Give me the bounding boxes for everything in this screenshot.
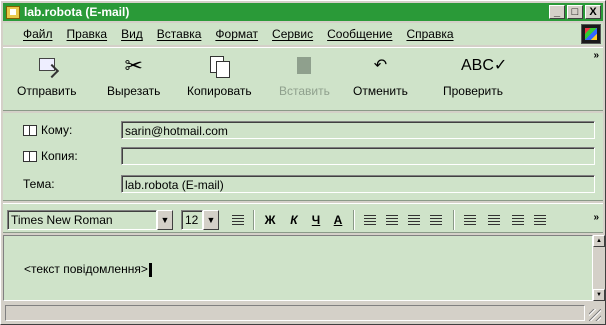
status-bar [3, 303, 603, 323]
menu-message[interactable]: Сообщение [327, 27, 392, 41]
send-label: Отправить [17, 84, 77, 98]
decrease-indent-icon[interactable] [405, 211, 423, 229]
italic-button[interactable]: К [285, 211, 303, 229]
window-controls: _ □ X [549, 5, 601, 19]
paste-icon [292, 54, 316, 78]
menu-format[interactable]: Формат [215, 27, 258, 41]
bold-button[interactable]: Ж [261, 211, 279, 229]
send-button[interactable]: Отправить [17, 54, 77, 106]
check-label: Проверить [443, 84, 504, 98]
menu-bar: Файл Правка Вид Вставка Формат Сервис Со… [3, 23, 603, 45]
copy-icon [207, 54, 231, 78]
size-dropdown-icon[interactable]: ▼ [203, 210, 219, 230]
separator [353, 210, 355, 230]
vertical-scrollbar[interactable]: ▲ ▼ [593, 235, 605, 301]
message-icon [6, 5, 20, 19]
body-text: <текст повідомлення> [24, 262, 148, 276]
message-body[interactable]: <текст повідомлення> [3, 235, 593, 301]
bulleted-list-icon[interactable] [383, 211, 401, 229]
main-toolbar: Отправить ✂ Вырезать Копировать Вставить… [3, 47, 603, 111]
copy-button[interactable]: Копировать [187, 54, 252, 106]
scroll-down-icon[interactable]: ▼ [593, 289, 605, 301]
justify-icon[interactable] [531, 211, 549, 229]
align-center-icon[interactable] [485, 211, 503, 229]
cut-button[interactable]: ✂ Вырезать [107, 54, 160, 106]
check-button[interactable]: ABC✓ Проверить [443, 54, 508, 106]
menu-help[interactable]: Справка [406, 27, 453, 41]
undo-icon: ↶ [373, 57, 388, 74]
cc-field[interactable] [121, 147, 595, 165]
paste-label: Вставить [279, 84, 330, 98]
cc-label: Копия: [41, 149, 78, 163]
numbered-list-icon[interactable] [361, 211, 379, 229]
undo-button[interactable]: ↶ Отменить [353, 54, 408, 106]
to-label-wrap[interactable]: Кому: [23, 123, 72, 137]
menu-tools[interactable]: Сервис [272, 27, 313, 41]
separator [453, 210, 455, 230]
size-select[interactable]: 12 [181, 210, 203, 230]
font-color-button[interactable]: A [329, 211, 347, 229]
cc-label-wrap[interactable]: Копия: [23, 149, 78, 163]
format-more-icon[interactable]: » [593, 212, 599, 223]
copy-label: Копировать [187, 84, 252, 98]
font-dropdown-icon[interactable]: ▼ [157, 210, 173, 230]
separator [253, 210, 255, 230]
font-select[interactable]: Times New Roman [7, 210, 157, 230]
address-book-icon [23, 150, 37, 162]
cc-row: Копия: [3, 145, 603, 167]
compose-window: lab.robota (E-mail) _ □ X Файл Правка Ви… [0, 0, 606, 325]
menu-file[interactable]: Файл [23, 27, 53, 41]
subject-field[interactable]: lab.robota (E-mail) [121, 175, 595, 193]
windows-logo-icon [581, 24, 601, 44]
align-right-icon[interactable] [509, 211, 527, 229]
address-book-icon [23, 124, 37, 136]
resize-grip-icon[interactable] [589, 309, 601, 321]
undo-label: Отменить [353, 84, 408, 98]
subject-row: Тема: lab.robota (E-mail) [3, 173, 603, 195]
to-field[interactable]: sarin@hotmail.com [121, 121, 595, 139]
maximize-button[interactable]: □ [567, 5, 583, 19]
cut-label: Вырезать [107, 84, 161, 98]
format-toolbar: Times New Roman ▼ 12 ▼ Ж К Ч A » [3, 203, 603, 233]
menu-edit[interactable]: Правка [67, 27, 108, 41]
align-left-icon[interactable] [461, 211, 479, 229]
to-label: Кому: [41, 123, 73, 137]
menu-view[interactable]: Вид [121, 27, 143, 41]
title-bar[interactable]: lab.robota (E-mail) _ □ X [3, 3, 603, 21]
paragraph-style-icon[interactable] [229, 211, 247, 229]
scissors-icon: ✂ [124, 53, 143, 78]
minimize-button[interactable]: _ [549, 5, 565, 19]
underline-button[interactable]: Ч [307, 211, 325, 229]
message-header: Кому: sarin@hotmail.com Копия: Тема: lab… [3, 113, 603, 201]
to-row: Кому: sarin@hotmail.com [3, 119, 603, 141]
increase-indent-icon[interactable] [427, 211, 445, 229]
body-text-wrap: <текст повідомлення> [24, 262, 152, 277]
spellcheck-icon: ABC✓ [461, 57, 508, 74]
toolbar-more-icon[interactable]: » [593, 50, 599, 61]
send-icon [35, 54, 59, 78]
window-title: lab.robota (E-mail) [24, 5, 130, 19]
subject-label: Тема: [23, 177, 55, 191]
text-caret [148, 262, 152, 277]
paste-button[interactable]: Вставить [279, 54, 330, 106]
scroll-up-icon[interactable]: ▲ [593, 235, 605, 247]
menu-insert[interactable]: Вставка [157, 27, 202, 41]
close-button[interactable]: X [585, 5, 601, 19]
status-pane [5, 305, 585, 321]
